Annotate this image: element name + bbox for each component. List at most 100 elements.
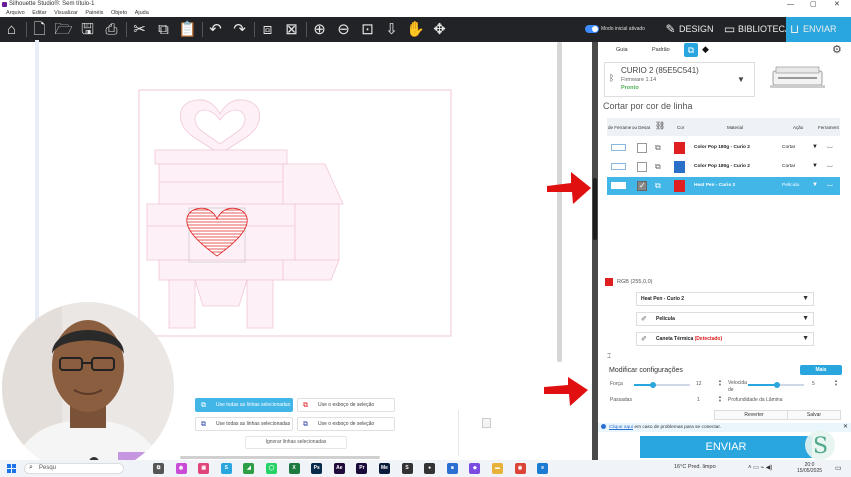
help-link[interactable]: Clique aqui	[609, 425, 633, 430]
material-label[interactable]: Color Pop 180g - Curio 2	[694, 164, 750, 169]
save-settings-button[interactable]: Salvar	[787, 410, 841, 420]
system-tray-icons[interactable]: ˄ ▭ ⌁ ◀)	[748, 464, 772, 471]
link-icon[interactable]: ⧉	[655, 143, 661, 153]
open-folder-icon[interactable]: 🗁	[54, 20, 73, 39]
action-label[interactable]: Cortar	[782, 164, 795, 169]
taskbar-excel-icon[interactable]: X	[288, 463, 300, 474]
group-icon[interactable]: ⧈	[258, 20, 277, 39]
panel-collapse-icon[interactable]	[482, 418, 491, 428]
menu-paineis[interactable]: Painéis	[85, 9, 103, 17]
canvas-horizontal-scrollbar[interactable]	[180, 456, 380, 459]
minimize-button[interactable]: —	[787, 0, 794, 9]
use-all-selected-lines-button[interactable]: ⧉ Use todas as linhas selecionadas	[195, 398, 293, 412]
table-row-selected[interactable]: ⧉ Heat Pen - Curio 2 Película ▼ ⌴	[607, 177, 840, 195]
move-down-icon[interactable]: ⇩	[382, 20, 401, 39]
link-icon[interactable]: ⧉	[655, 181, 661, 191]
windows-start-icon[interactable]	[7, 464, 16, 473]
use-all-selected-lines-button-2[interactable]: ⧉ Use todas as linhas selecionadas	[195, 417, 293, 431]
tab-send[interactable]: ⊔ ENVIAR	[786, 17, 851, 42]
taskbar-photoshop-icon[interactable]: Ps	[311, 463, 323, 474]
home-icon[interactable]: ⌂	[2, 20, 21, 39]
chevron-down-icon[interactable]: ▼	[812, 163, 818, 169]
notification-icon[interactable]: ▭	[835, 464, 842, 472]
taskbar-after-effects-icon[interactable]: Ae	[333, 463, 345, 474]
zoom-in-icon[interactable]: ⊕	[310, 20, 329, 39]
menu-editar[interactable]: Editar	[32, 9, 46, 17]
material-select[interactable]: Heat Pen - Curio 2 ▼	[636, 292, 814, 306]
undo-icon[interactable]: ↶	[206, 20, 225, 39]
zoom-out-icon[interactable]: ⊖	[334, 20, 353, 39]
link-icon[interactable]: ⧉	[655, 162, 661, 172]
force-slider[interactable]	[634, 382, 690, 388]
taskbar-edge-icon[interactable]: e	[537, 463, 549, 474]
table-row[interactable]: ⧉ Color Pop 180g - Curio 2 Cortar ▼ ⌴	[607, 158, 840, 176]
taskbar-app-s-icon[interactable]: S	[401, 463, 413, 474]
disable-checkbox[interactable]	[637, 181, 647, 191]
speed-slider[interactable]	[748, 382, 804, 388]
force-slider-knob[interactable]	[650, 382, 656, 388]
use-selection-outline-button[interactable]: ⧉ Use o esboço de seleção	[297, 398, 395, 412]
tab-guide[interactable]: Guia	[616, 47, 628, 53]
chevron-down-icon[interactable]: ▼	[812, 182, 818, 188]
taskbar-app-blue-icon[interactable]: ■	[446, 463, 458, 474]
zoom-fit-icon[interactable]: ⊡	[358, 20, 377, 39]
chevron-down-icon[interactable]: ▼	[737, 75, 745, 84]
redo-icon[interactable]: ↷	[230, 20, 249, 39]
use-selection-outline-button-2[interactable]: ⧉ Use o esboço de seleção	[297, 417, 395, 431]
toggle-switch[interactable]	[585, 25, 599, 33]
fill-color-mode-icon[interactable]: ◆	[702, 44, 709, 55]
menu-visualizar[interactable]: Visualizar	[54, 9, 78, 17]
copy-icon[interactable]: ⧉	[154, 20, 173, 39]
weather-widget[interactable]: 16°C Pred. limpo	[674, 464, 716, 470]
more-button[interactable]: Mais	[800, 365, 842, 375]
cut-icon[interactable]: ✂	[130, 20, 149, 39]
tool-select[interactable]: ✐ Caneta Térmica (Detectado) ▼	[636, 332, 814, 346]
action-select[interactable]: ✐ Película ▼	[636, 312, 814, 326]
tab-standard[interactable]: Padrão	[652, 47, 670, 53]
speed-slider-knob[interactable]	[774, 382, 780, 388]
close-button[interactable]: ✕	[834, 0, 840, 9]
ignore-selected-lines-button[interactable]: Ignorar linhas selecionadas	[245, 436, 347, 449]
line-color-mode-icon[interactable]: ⧉	[684, 43, 698, 57]
action-label[interactable]: Película	[782, 183, 799, 188]
taskbar-app-dark-icon[interactable]: ●	[424, 463, 436, 474]
force-stepper[interactable]: ▲ ▼	[718, 379, 722, 387]
save-icon[interactable]: 🖫	[78, 20, 97, 39]
passes-stepper[interactable]: ▲ ▼	[718, 395, 722, 403]
ungroup-icon[interactable]: ⊠	[282, 20, 301, 39]
material-label[interactable]: Color Pop 180g - Curio 2	[694, 145, 750, 150]
pan-hand-icon[interactable]: ✋	[406, 20, 425, 39]
taskbar-chrome-icon[interactable]: ◉	[514, 463, 526, 474]
disable-checkbox[interactable]	[637, 162, 647, 172]
send-button[interactable]: ENVIAR	[640, 436, 812, 458]
cut-page[interactable]	[135, 88, 455, 340]
taskbar-search[interactable]: ⌕ Pesqu	[24, 463, 124, 474]
table-row[interactable]: ⧉ Color Pop 180g - Curio 2 Cortar ▼ ⌴	[607, 139, 840, 157]
tab-library[interactable]: ▭ BIBLIOTECA	[721, 17, 791, 42]
taskbar-copilot-icon[interactable]: ◉	[175, 463, 187, 474]
menu-ajuda[interactable]: Ajuda	[135, 9, 149, 17]
menu-objeto[interactable]: Objeto	[111, 9, 127, 17]
gear-icon[interactable]: ⚙	[832, 43, 842, 56]
taskbar-app-green-icon[interactable]: ◢	[243, 463, 255, 474]
device-selector[interactable]: ᛒ CURIO 2 (85E5C541) Firmware 1.14 Pront…	[604, 62, 755, 97]
disable-checkbox[interactable]	[637, 143, 647, 153]
taskbar-media-encoder-icon[interactable]: Me	[379, 463, 390, 474]
taskbar-gallery-icon[interactable]: ▣	[198, 463, 210, 474]
paste-icon[interactable]: 📋	[178, 20, 197, 39]
menu-arquivo[interactable]: Arquivo	[6, 9, 25, 17]
print-icon[interactable]: ⎙	[102, 20, 121, 39]
taskbar-app-purple-icon[interactable]: ◆	[469, 463, 481, 474]
taskbar-whatsapp-icon[interactable]: ◯	[266, 463, 277, 474]
taskbar-silhouette-icon[interactable]: S	[220, 463, 232, 474]
action-label[interactable]: Cortar	[782, 145, 795, 150]
maximize-button[interactable]: ▢	[810, 0, 817, 9]
taskbar-task-view-icon[interactable]: ⧉	[153, 463, 164, 474]
speed-stepper[interactable]: ▲ ▼	[834, 379, 838, 387]
close-icon[interactable]: ✕	[843, 423, 848, 432]
taskbar-explorer-icon[interactable]: ▬	[492, 463, 503, 474]
material-label[interactable]: Heat Pen - Curio 2	[694, 183, 735, 188]
clock[interactable]: 20:0 15/05/2025	[797, 462, 822, 474]
new-doc-icon[interactable]: 🗋	[30, 20, 49, 39]
fit-page-icon[interactable]: ✥	[430, 20, 449, 39]
